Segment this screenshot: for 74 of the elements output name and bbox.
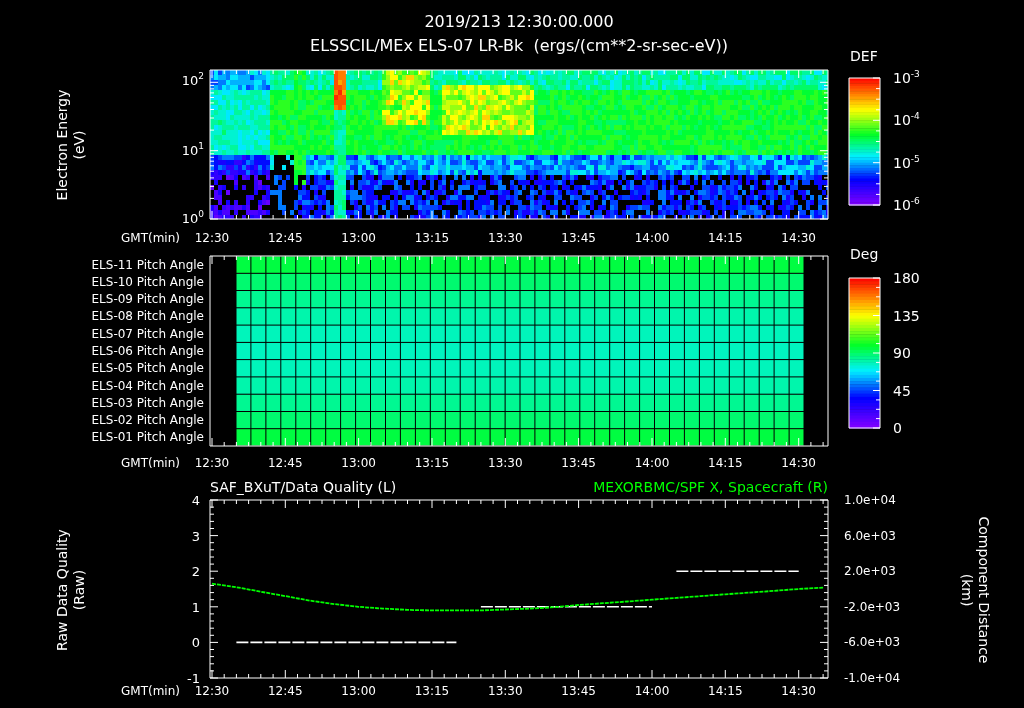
row-label: ELS-07 Pitch Angle bbox=[91, 326, 204, 341]
row-label: ELS-08 Pitch Angle bbox=[91, 309, 204, 324]
axis-tick-label: 13:45 bbox=[561, 684, 596, 698]
axis-label: GMT(min) bbox=[121, 456, 180, 470]
row-label: ELS-01 Pitch Angle bbox=[91, 430, 204, 445]
axis-tick-label: 90 bbox=[893, 345, 911, 361]
axis-tick-label: 13:30 bbox=[488, 684, 523, 698]
axis-tick-label: 0 bbox=[893, 420, 902, 436]
row-label: ELS-10 Pitch Angle bbox=[91, 274, 204, 289]
axis-tick-label: 13:30 bbox=[488, 456, 523, 470]
axis-tick-label: 12:30 bbox=[194, 684, 230, 698]
axis-tick-label: 3 bbox=[191, 528, 200, 544]
axis-tick-label: 2 bbox=[191, 564, 200, 580]
axis-tick-label: 14:00 bbox=[634, 231, 670, 245]
axis-tick-label: 180 bbox=[893, 270, 920, 286]
axis-tick-label: 0 bbox=[191, 635, 200, 651]
axis-tick-label: 13:00 bbox=[341, 456, 376, 470]
axis-tick-label: 2.0e+03 bbox=[844, 564, 896, 579]
chart-title: MEXORBMC/SPF X, Spacecraft (R) bbox=[593, 479, 828, 495]
axis-tick-label: 10$^{-6}$ bbox=[893, 196, 920, 213]
row-label: ELS-04 Pitch Angle bbox=[91, 378, 204, 393]
axis-tick-label: 14:00 bbox=[634, 684, 670, 698]
axis-title: Component Distance (km) bbox=[958, 516, 992, 664]
axis-tick-label: 14:15 bbox=[708, 456, 743, 470]
row-label: ELS-06 Pitch Angle bbox=[91, 344, 204, 358]
axis-tick-label: 13:15 bbox=[414, 456, 450, 470]
row-label: ELS-03 Pitch Angle bbox=[91, 395, 204, 410]
axis-tick-label: 12:45 bbox=[268, 684, 303, 698]
plot-subtitle: ELSSCIL/MEx ELS-07 LR-Bk (ergs/(cm**2-sr-sec-eV)) bbox=[310, 36, 728, 55]
axis-tick-label: 14:30 bbox=[781, 456, 816, 470]
axis-label: GMT(min) bbox=[121, 684, 180, 698]
row-label: ELS-05 Pitch Angle bbox=[91, 361, 204, 376]
axis-tick-label: 6.0e+03 bbox=[844, 528, 896, 543]
axis-tick-label: 10$^{-4}$ bbox=[893, 111, 920, 129]
axis-tick-label: 13:45 bbox=[561, 456, 596, 470]
axis-tick-label: 14:15 bbox=[708, 684, 743, 698]
chart-title: SAF_BXuT/Data Quality (L) bbox=[210, 479, 397, 495]
axis-tick-label: 10$^{2}$ bbox=[181, 71, 204, 88]
axis-tick-label: -6.0e+03 bbox=[844, 635, 901, 650]
colorbar-title: Deg bbox=[850, 246, 879, 262]
axis-tick-label: -2.0e+03 bbox=[844, 599, 901, 614]
axis-tick-label: 14:00 bbox=[634, 456, 670, 470]
axis-title: Raw Data Quality (Raw) bbox=[53, 529, 87, 651]
axis-tick-label: 13:00 bbox=[341, 231, 376, 245]
axis-tick-label: 13:30 bbox=[488, 231, 523, 245]
axis-tick-label: 13:15 bbox=[414, 231, 450, 245]
axis-tick-label: 14:30 bbox=[781, 684, 816, 698]
axis-tick-label: 10$^{1}$ bbox=[181, 141, 204, 158]
axis-tick-label: 12:45 bbox=[268, 456, 303, 470]
axis-tick-label: 10$^{-5}$ bbox=[893, 153, 920, 171]
row-label: ELS-02 Pitch Angle bbox=[91, 413, 204, 428]
axis-tick-label: 12:30 bbox=[194, 231, 230, 245]
axis-tick-label: 4 bbox=[191, 493, 200, 508]
axis-tick-label: 13:15 bbox=[414, 684, 450, 698]
axis-title: Electron Energy (eV) bbox=[53, 89, 87, 201]
plot-title: 2019/213 12:30:00.000 bbox=[424, 12, 614, 31]
axis-tick-label: 14:15 bbox=[708, 231, 743, 245]
axis-tick-label: 12:30 bbox=[194, 456, 230, 470]
axis-tick-label: 1.0e+04 bbox=[844, 493, 896, 507]
axis-tick-label: 135 bbox=[893, 307, 920, 324]
axis-label: GMT(min) bbox=[121, 231, 180, 245]
axis-tick-label: 12:45 bbox=[268, 231, 303, 245]
axis-tick-label: 45 bbox=[893, 382, 911, 399]
axis-tick-label: -1.0e+04 bbox=[844, 671, 901, 685]
axis-tick-label: 13:00 bbox=[341, 684, 376, 698]
axis-tick-label: 1 bbox=[191, 599, 200, 615]
row-label: ELS-11 Pitch Angle bbox=[91, 257, 204, 272]
row-label: ELS-09 Pitch Angle bbox=[91, 292, 204, 307]
axis-tick-label: 14:30 bbox=[781, 231, 816, 245]
colorbar-title: DEF bbox=[850, 48, 878, 64]
axis-tick-label: 13:45 bbox=[561, 231, 596, 245]
axis-tick-label: -1 bbox=[187, 671, 200, 686]
axis-tick-label: 10$^{0}$ bbox=[181, 209, 204, 226]
axis-tick-label: 10$^{-3}$ bbox=[893, 69, 920, 86]
